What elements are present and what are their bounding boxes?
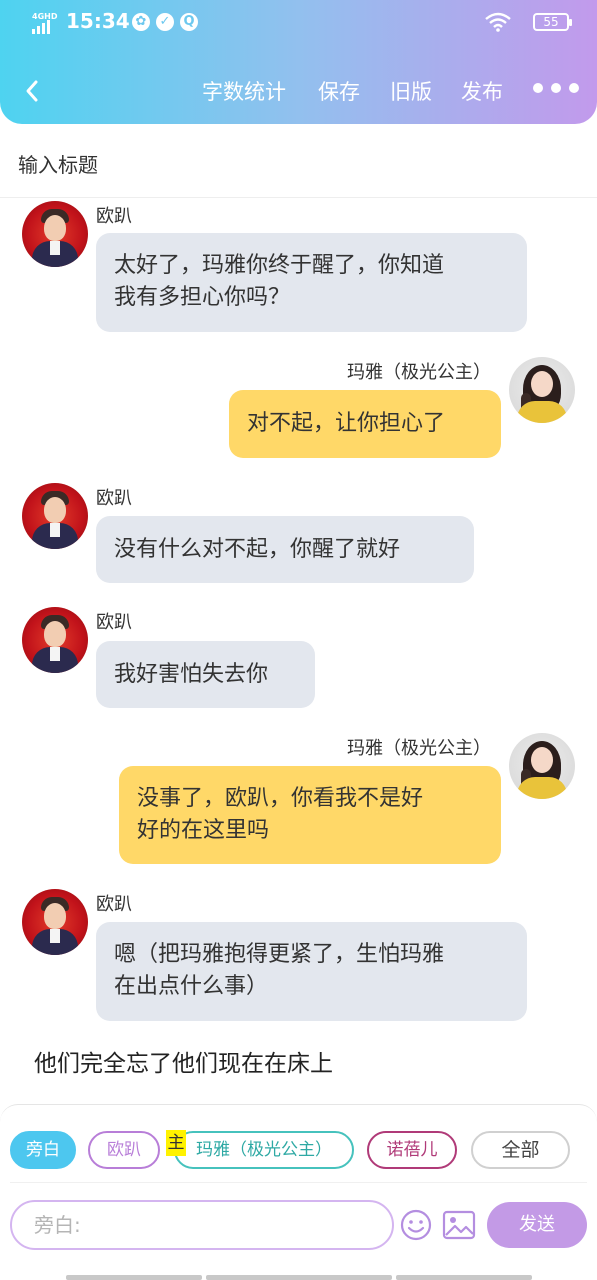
nav-bar-segment (66, 1275, 202, 1280)
send-button[interactable]: 发送 (487, 1202, 587, 1248)
wifi-icon (485, 12, 511, 32)
message-bubble[interactable]: 太好了，玛雅你终于醒了，你知道 我有多担心你吗？ (96, 233, 527, 332)
status-time: 15:34 (66, 9, 130, 33)
message-input[interactable] (10, 1200, 394, 1250)
nav-bar-segment (396, 1275, 532, 1280)
role-chip-all[interactable]: 全部 (471, 1131, 570, 1169)
word-count-button[interactable]: 字数统计 (202, 76, 286, 106)
speaker-name: 玛雅（极光公主） (347, 738, 491, 759)
header-bar: 4GHD 15:34 ✿ ✓ Q 55 字数统计 保存 旧版 发布 (0, 0, 597, 124)
speaker-name: 欧趴 (96, 894, 132, 915)
role-chip-nobel[interactable]: 诺蓓儿 (367, 1131, 457, 1169)
message-line: 我有多担心你吗？ (114, 285, 291, 310)
message-bubble[interactable]: 嗯（把玛雅抱得更紧了，生怕玛雅 在出点什么事） (96, 922, 527, 1021)
avatar-maya[interactable] (509, 357, 575, 423)
message-line: 我好害怕失去你 (114, 662, 269, 687)
message-line: 在出点什么事） (114, 974, 269, 999)
narration-text[interactable]: 他们完全忘了他们现在在床上 (34, 1044, 333, 1078)
message-line: 没事了，欧趴，你看我不是好 (137, 786, 424, 811)
publish-button[interactable]: 发布 (461, 76, 503, 106)
nav-bar-segment (206, 1275, 392, 1280)
speaker-name: 玛雅（极光公主） (347, 362, 491, 383)
old-version-button[interactable]: 旧版 (390, 76, 432, 106)
message-line: 太好了，玛雅你终于醒了，你知道 (114, 253, 445, 278)
role-chip-opa[interactable]: 欧趴 (88, 1131, 160, 1169)
avatar-maya[interactable] (509, 733, 575, 799)
message-bubble[interactable]: 对不起，让你担心了 (229, 390, 501, 458)
smiley-icon[interactable] (400, 1209, 432, 1241)
message-line: 好的在这里吗 (137, 818, 270, 843)
save-button[interactable]: 保存 (318, 76, 360, 106)
check-circle-icon: ✓ (156, 13, 174, 31)
highlighted-character: 主 (166, 1130, 186, 1156)
chevron-left-icon[interactable] (16, 72, 46, 108)
role-chip-maya[interactable]: 玛雅（极光公主） (174, 1131, 354, 1169)
q-icon: Q (180, 13, 198, 31)
pinwheel-icon: ✿ (132, 13, 150, 31)
panel-divider (10, 1182, 587, 1183)
speaker-name: 欧趴 (96, 612, 132, 633)
message-bubble[interactable]: 没有什么对不起，你醒了就好 (96, 516, 474, 583)
title-input[interactable] (0, 132, 597, 198)
cellular-signal-icon: 4GHD (32, 12, 58, 34)
speaker-name: 欧趴 (96, 488, 132, 509)
image-icon[interactable] (442, 1210, 476, 1240)
message-bubble[interactable]: 我好害怕失去你 (96, 641, 315, 708)
message-line: 对不起，让你担心了 (247, 411, 446, 436)
avatar-opa[interactable] (22, 889, 88, 955)
role-chip-narration[interactable]: 旁白 (10, 1131, 76, 1169)
message-bubble[interactable]: 没事了，欧趴，你看我不是好 好的在这里吗 (119, 766, 501, 864)
avatar-opa[interactable] (22, 607, 88, 673)
status-bar: 4GHD 15:34 ✿ ✓ Q 55 (32, 8, 572, 38)
message-line: 没有什么对不起，你醒了就好 (114, 537, 401, 562)
message-line: 嗯（把玛雅抱得更紧了，生怕玛雅 (114, 942, 445, 967)
avatar-opa[interactable] (22, 201, 88, 267)
avatar-opa[interactable] (22, 483, 88, 549)
speaker-name: 欧趴 (96, 206, 132, 227)
battery-indicator: 55 (533, 13, 572, 31)
more-dots-icon[interactable] (533, 82, 579, 94)
editor-toolbar: 字数统计 保存 旧版 发布 (0, 68, 597, 112)
